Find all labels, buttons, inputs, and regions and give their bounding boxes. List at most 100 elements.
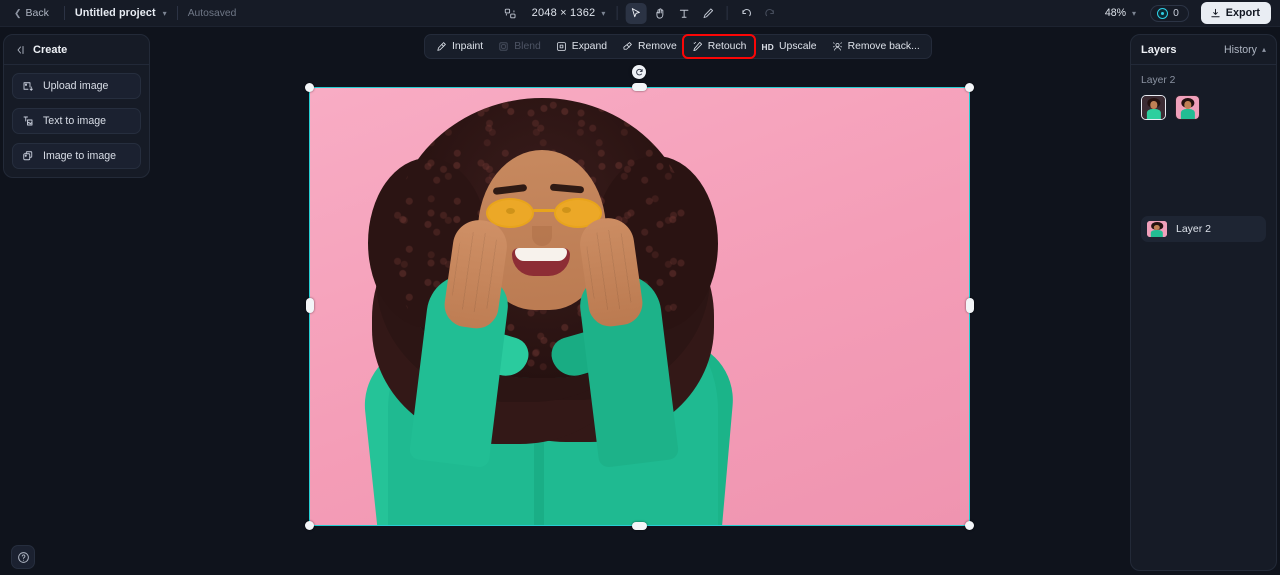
- blend-button[interactable]: Blend: [491, 37, 548, 56]
- redo-button[interactable]: [759, 3, 780, 24]
- version-thumbnail-2[interactable]: [1175, 95, 1200, 120]
- history-tool-group: [735, 3, 780, 24]
- layer-thumbnail: [1147, 221, 1167, 237]
- expand-label: Expand: [571, 41, 608, 52]
- layers-panel-title: Layers: [1141, 43, 1177, 56]
- retouch-icon: [692, 41, 703, 52]
- action-toolbar: Inpaint Blend Expand Remove Retouch HD U…: [424, 34, 932, 59]
- resize-handle-middle-right[interactable]: [966, 298, 974, 313]
- top-bar-center-tools: 2048 × 1362 ▾: [500, 0, 781, 26]
- tool-group: [625, 2, 718, 24]
- rotate-handle[interactable]: [632, 65, 646, 79]
- blend-label: Blend: [514, 41, 541, 52]
- expand-icon: [556, 41, 567, 52]
- coin-icon: [1157, 7, 1169, 19]
- credits-badge[interactable]: 0: [1150, 4, 1189, 22]
- canvas-area[interactable]: [150, 27, 1130, 575]
- thumbnail-image: [1176, 96, 1199, 119]
- image-to-image-label: Image to image: [43, 150, 117, 162]
- create-panel-body: Upload image Text to image Image to imag…: [4, 65, 149, 169]
- retouch-button[interactable]: Retouch: [681, 34, 757, 59]
- undo-button[interactable]: [735, 3, 756, 24]
- resize-handle-middle-left[interactable]: [306, 298, 314, 313]
- thumb-body: [1180, 109, 1195, 119]
- history-label: History: [1224, 43, 1257, 56]
- history-toggle[interactable]: History ▴: [1224, 44, 1266, 56]
- resize-handle-bottom-center[interactable]: [632, 522, 647, 530]
- layers-panel: Layers History ▴ Layer 2 Layer 2: [1130, 34, 1277, 571]
- autosaved-label: Autosaved: [187, 7, 237, 19]
- chevron-down-icon[interactable]: ▾: [601, 9, 605, 18]
- image-sunglasses: [486, 198, 602, 228]
- text-to-image-button[interactable]: Text to image: [12, 108, 141, 134]
- chevron-down-icon[interactable]: ▾: [163, 9, 167, 18]
- canvas-image: [310, 88, 969, 525]
- resize-handle-bottom-left[interactable]: [305, 521, 314, 530]
- artboard[interactable]: [310, 88, 969, 525]
- layer-versions-section: Layer 2: [1131, 65, 1276, 120]
- resize-handle-top-right[interactable]: [965, 83, 974, 92]
- divider: [63, 6, 65, 20]
- resize-handle-bottom-right[interactable]: [965, 521, 974, 530]
- chevron-down-icon[interactable]: ▾: [1132, 9, 1136, 18]
- hd-badge-icon: HD: [761, 41, 775, 52]
- remove-label: Remove: [638, 41, 677, 52]
- collapse-panel-icon[interactable]: [14, 44, 26, 56]
- frame-icon[interactable]: [500, 3, 521, 24]
- version-thumbnail-1[interactable]: [1141, 95, 1166, 120]
- resize-handle-top-left[interactable]: [305, 83, 314, 92]
- remove-background-label: Remove back...: [847, 41, 920, 52]
- thumbnail-image: [1147, 221, 1167, 237]
- help-icon: [17, 551, 29, 563]
- image-glasses-bridge: [533, 209, 555, 212]
- remove-icon: [622, 41, 633, 52]
- version-thumbnails: [1141, 95, 1266, 120]
- image-nose: [532, 226, 552, 246]
- remove-background-icon: [832, 41, 843, 52]
- chevron-up-icon: ▴: [1261, 45, 1266, 54]
- back-button-label: Back: [25, 7, 49, 19]
- top-bar-right: 48% ▾ 0 Export: [1105, 0, 1271, 26]
- layer-name: Layer 2: [1176, 223, 1212, 235]
- zoom-level: 48%: [1104, 7, 1127, 19]
- blend-icon: [498, 41, 509, 52]
- download-icon: [1211, 8, 1220, 17]
- export-button-label: Export: [1225, 7, 1260, 19]
- layer-list-item[interactable]: Layer 2: [1141, 216, 1266, 242]
- image-to-image-icon: [22, 150, 34, 162]
- image-to-image-button[interactable]: Image to image: [12, 143, 141, 169]
- brush-tool[interactable]: [697, 3, 718, 24]
- upload-image-label: Upload image: [43, 80, 109, 92]
- project-name[interactable]: Untitled project: [75, 7, 156, 19]
- thumbnail-image: [1142, 96, 1165, 119]
- thumb-body: [1146, 109, 1161, 119]
- expand-button[interactable]: Expand: [549, 37, 614, 56]
- help-button[interactable]: [11, 545, 35, 569]
- upscale-button[interactable]: HD Upscale: [754, 37, 823, 56]
- layers-panel-header: Layers History ▴: [1131, 35, 1276, 65]
- select-tool[interactable]: [625, 2, 647, 24]
- upscale-label: Upscale: [779, 41, 817, 52]
- export-button[interactable]: Export: [1200, 2, 1271, 24]
- upload-image-button[interactable]: Upload image: [12, 73, 141, 99]
- layer-section-title: Layer 2: [1141, 75, 1176, 86]
- chevron-left-icon: ❮: [14, 7, 22, 18]
- inpaint-button[interactable]: Inpaint: [429, 37, 490, 56]
- divider: [176, 6, 178, 20]
- resize-handle-top-center[interactable]: [632, 83, 647, 91]
- remove-button[interactable]: Remove: [615, 37, 684, 56]
- text-to-image-label: Text to image: [43, 115, 107, 127]
- back-button[interactable]: ❮ Back: [9, 4, 54, 22]
- image-mouth: [512, 248, 570, 276]
- hand-tool[interactable]: [649, 3, 670, 24]
- remove-background-button[interactable]: Remove back...: [825, 37, 927, 56]
- create-panel: Create Upload image Text to image Image …: [3, 34, 150, 178]
- canvas-dimensions: 2048 × 1362: [531, 7, 596, 19]
- thumb-body: [1150, 230, 1164, 237]
- text-to-image-icon: [22, 115, 34, 127]
- upload-image-icon: [22, 80, 34, 92]
- text-tool[interactable]: [673, 3, 694, 24]
- thumb-face: [1149, 101, 1158, 109]
- create-panel-title: Create: [33, 43, 68, 56]
- create-panel-header: Create: [4, 35, 149, 65]
